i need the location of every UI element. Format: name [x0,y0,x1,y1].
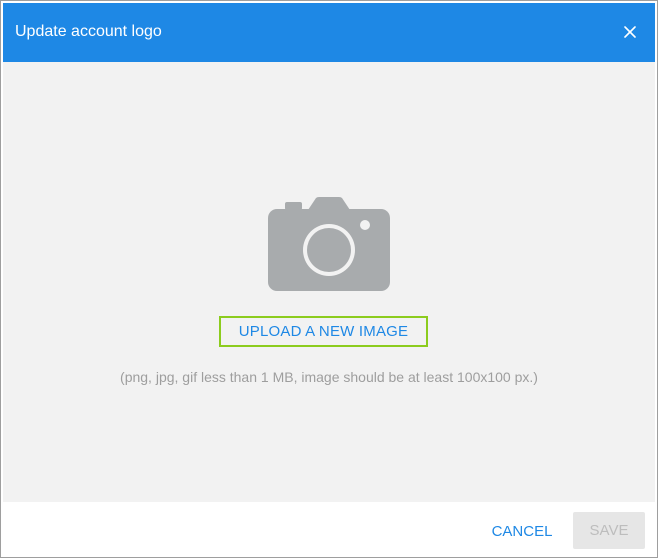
dialog-body: UPLOAD A NEW IMAGE (png, jpg, gif less t… [3,62,655,502]
upload-hint: (png, jpg, gif less than 1 MB, image sho… [120,369,538,385]
dialog-footer: CANCEL SAVE [3,502,655,555]
upload-highlight: UPLOAD A NEW IMAGE [219,316,428,347]
save-button[interactable]: SAVE [573,512,645,549]
dialog-title: Update account logo [15,23,162,40]
close-button[interactable] [617,19,643,45]
camera-icon [268,197,390,292]
update-logo-dialog: Update account logo UPLOAD A NEW IMAGE (… [0,0,658,558]
close-icon [617,19,643,45]
upload-new-image-link[interactable]: UPLOAD A NEW IMAGE [239,323,408,340]
dialog-inner: Update account logo UPLOAD A NEW IMAGE (… [3,3,655,555]
dialog-header: Update account logo [3,3,655,62]
cancel-button[interactable]: CANCEL [481,513,563,549]
